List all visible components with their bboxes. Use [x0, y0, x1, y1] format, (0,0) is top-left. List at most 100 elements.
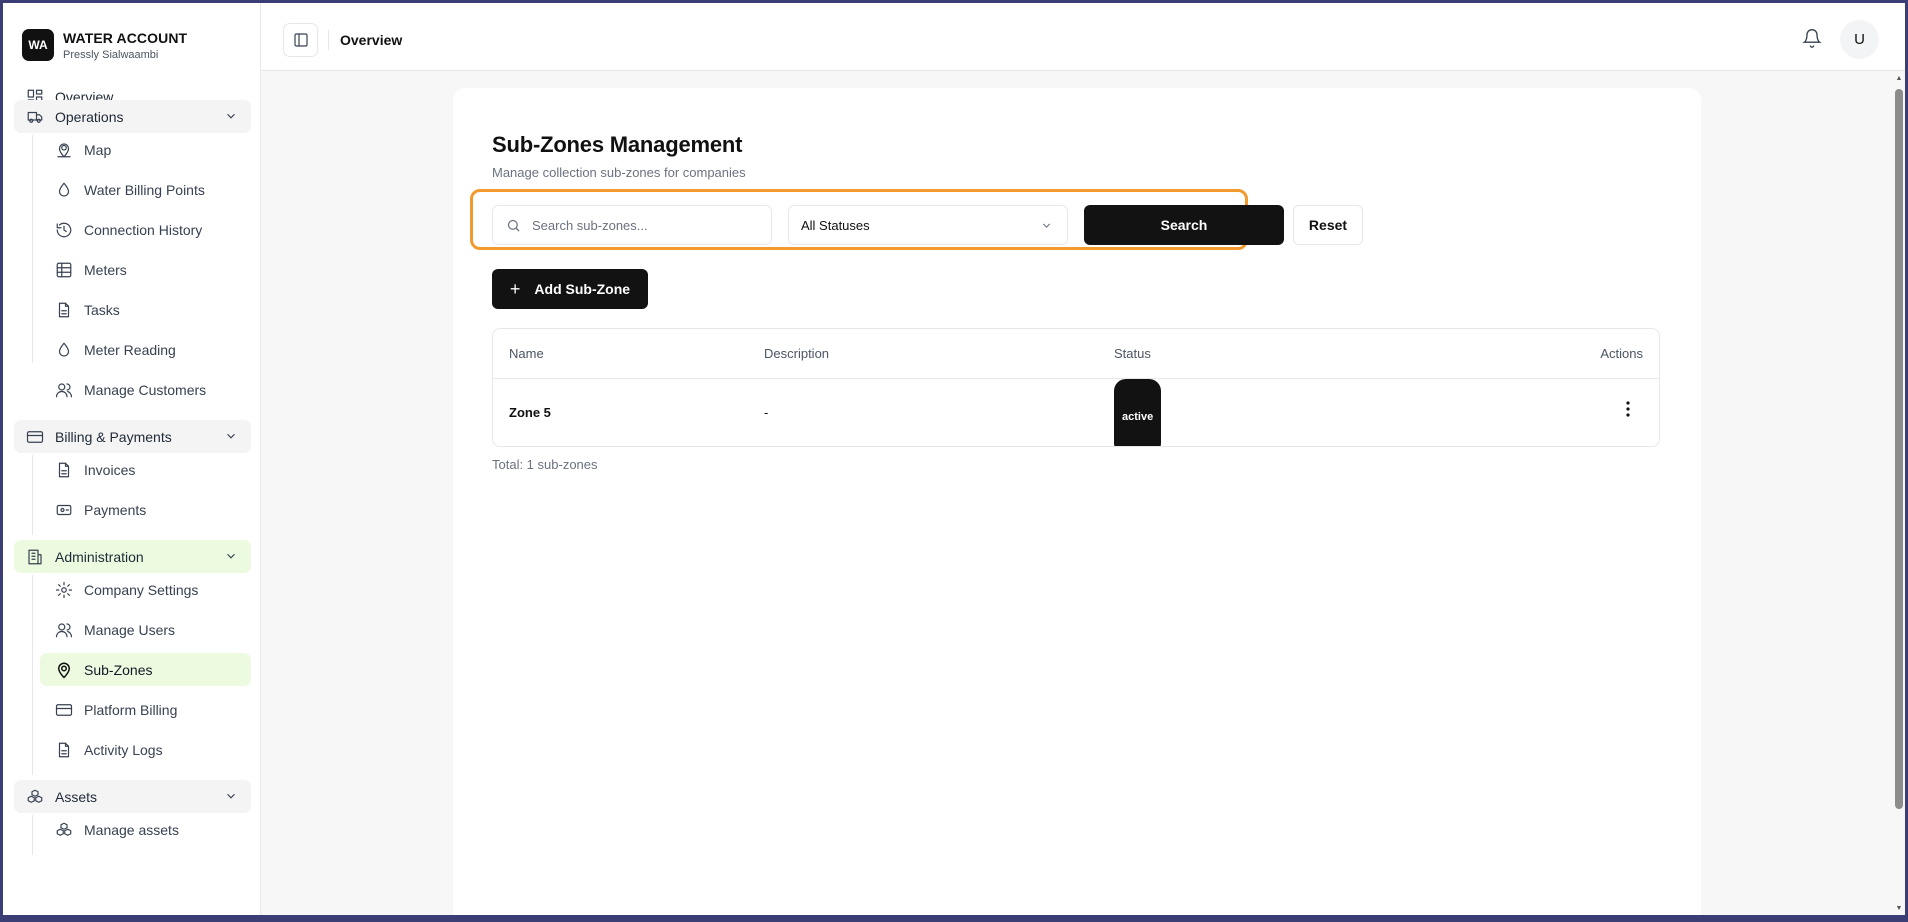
boxes-icon — [55, 821, 73, 839]
sidebar-item-map[interactable]: Map — [40, 133, 251, 166]
sidebar-item-water-billing-points[interactable]: Water Billing Points — [40, 173, 251, 206]
content-card: Sub-Zones Management Manage collection s… — [453, 88, 1701, 915]
chevron-down-icon — [224, 549, 238, 563]
chevron-down-icon — [224, 429, 238, 443]
sidebar-group-assets[interactable]: Assets — [14, 780, 251, 813]
more-vertical-icon[interactable] — [1625, 379, 1631, 417]
credit-card-icon — [55, 701, 73, 719]
column-header-name[interactable]: Name — [509, 329, 544, 379]
sidebar-item-label: Invoices — [84, 461, 136, 478]
brand[interactable]: WA WATER ACCOUNT Pressly Sialwaambi — [3, 3, 260, 69]
gear-icon — [55, 581, 73, 599]
sidebar-group-operations[interactable]: Operations — [14, 100, 251, 133]
sidebar-group-label: Operations — [55, 108, 124, 125]
search-icon — [507, 219, 520, 232]
sidebar-toggle-button[interactable] — [283, 23, 318, 57]
sidebar-item-manage-customers[interactable]: Manage Customers — [40, 373, 251, 406]
sidebar-item-label: Platform Billing — [84, 701, 178, 718]
sidebar-item-manage-assets[interactable]: Manage assets — [40, 813, 251, 846]
page-subtitle: Manage collection sub-zones for companie… — [492, 165, 746, 180]
location-pin-icon — [55, 661, 73, 679]
sidebar-group-label: Billing & Payments — [55, 428, 172, 445]
sidebar-item-sub-zones[interactable]: Sub-Zones — [40, 653, 251, 686]
map-pin-icon — [55, 141, 73, 159]
bell-icon[interactable] — [1802, 28, 1822, 48]
sidebar-item-label: Manage Customers — [84, 381, 207, 398]
sidebar-group-administration[interactable]: Administration — [14, 540, 251, 573]
chevron-down-icon — [1040, 219, 1053, 232]
scroll-down-arrow[interactable]: ▼ — [1895, 905, 1903, 913]
panel-left-icon — [293, 33, 308, 47]
sidebar-group-label: Assets — [55, 788, 98, 805]
boxes-icon — [26, 788, 44, 806]
droplet-icon — [55, 341, 73, 359]
sidebar-item-payments[interactable]: Payments — [40, 493, 251, 526]
search-button[interactable]: Search — [1084, 205, 1284, 245]
sidebar-item-platform-billing[interactable]: Platform Billing — [40, 693, 251, 726]
add-sub-zone-label: Add Sub-Zone — [534, 281, 631, 297]
sidebar-group-label: Administration — [55, 548, 144, 565]
banknote-icon — [55, 501, 73, 519]
topbar: Overview U — [261, 3, 1905, 71]
sidebar-item-invoices[interactable]: Invoices — [40, 453, 251, 486]
sidebar: WA WATER ACCOUNT Pressly Sialwaambi Over… — [3, 3, 261, 915]
add-sub-zone-button[interactable]: + Add Sub-Zone — [492, 269, 648, 309]
sidebar-item-label: Meters — [84, 261, 127, 278]
table-header: Name Description Status Actions — [493, 329, 1659, 379]
nav-tree-line — [32, 455, 33, 535]
breadcrumb[interactable]: Overview — [340, 32, 402, 48]
credit-card-icon — [26, 428, 44, 446]
table-row[interactable]: Zone 5 - active — [493, 379, 1659, 446]
scrollbar[interactable]: ▲ ▼ — [1893, 71, 1905, 915]
brand-logo: WA — [22, 29, 54, 61]
page-title: Sub-Zones Management — [492, 132, 743, 157]
file-text-icon — [55, 741, 73, 759]
droplet-icon — [55, 181, 73, 199]
status-filter-value: All Statuses — [801, 217, 870, 233]
topbar-divider — [328, 30, 329, 50]
nav-tree-line — [32, 815, 33, 855]
column-header-status[interactable]: Status — [1114, 329, 1151, 379]
sidebar-item-label: Connection History — [84, 221, 203, 238]
history-icon — [55, 221, 73, 239]
sidebar-item-company-settings[interactable]: Company Settings — [40, 573, 251, 606]
reset-button[interactable]: Reset — [1293, 205, 1363, 245]
status-badge: active — [1114, 379, 1162, 446]
users-icon — [55, 621, 73, 639]
nav-tree-line — [32, 135, 33, 363]
sidebar-item-tasks[interactable]: Tasks — [40, 293, 251, 326]
scroll-up-arrow[interactable]: ▲ — [1895, 75, 1903, 83]
sidebar-group-billing[interactable]: Billing & Payments — [14, 420, 251, 453]
brand-title: WATER ACCOUNT — [63, 29, 188, 46]
truck-icon — [26, 108, 44, 126]
file-text-icon — [55, 461, 73, 479]
scroll-thumb[interactable] — [1895, 89, 1903, 809]
sidebar-item-label: Activity Logs — [84, 741, 163, 758]
table-icon — [55, 261, 73, 279]
cell-description: - — [764, 405, 769, 420]
column-header-description[interactable]: Description — [764, 329, 829, 379]
app-window: WA WATER ACCOUNT Pressly Sialwaambi Over… — [3, 3, 1905, 915]
sidebar-item-label: Company Settings — [84, 581, 199, 598]
sidebar-item-manage-users[interactable]: Manage Users — [40, 613, 251, 646]
sidebar-item-activity-logs[interactable]: Activity Logs — [40, 733, 251, 766]
sidebar-item-meter-reading[interactable]: Meter Reading — [40, 333, 251, 366]
status-filter-select[interactable]: All Statuses — [788, 205, 1068, 245]
sidebar-item-label: Meter Reading — [84, 341, 176, 358]
sidebar-item-label: Manage assets — [84, 821, 179, 838]
sub-zones-table: Name Description Status Actions Zone 5 -… — [492, 328, 1660, 447]
sidebar-item-label: Water Billing Points — [84, 181, 205, 198]
sidebar-item-label: Manage Users — [84, 621, 176, 638]
chevron-down-icon — [224, 109, 238, 123]
search-input[interactable] — [532, 217, 752, 233]
users-icon — [55, 381, 73, 399]
sidebar-item-meters[interactable]: Meters — [40, 253, 251, 286]
total-count: Total: 1 sub-zones — [492, 457, 598, 472]
building-icon — [26, 548, 44, 566]
search-input-wrapper[interactable] — [492, 205, 772, 245]
avatar[interactable]: U — [1840, 20, 1879, 59]
main-content: Overview U Sub-Zones Management Manage c… — [261, 3, 1905, 915]
sidebar-item-label: Map — [84, 141, 112, 158]
plus-icon: + — [509, 279, 521, 299]
sidebar-item-connection-history[interactable]: Connection History — [40, 213, 251, 246]
